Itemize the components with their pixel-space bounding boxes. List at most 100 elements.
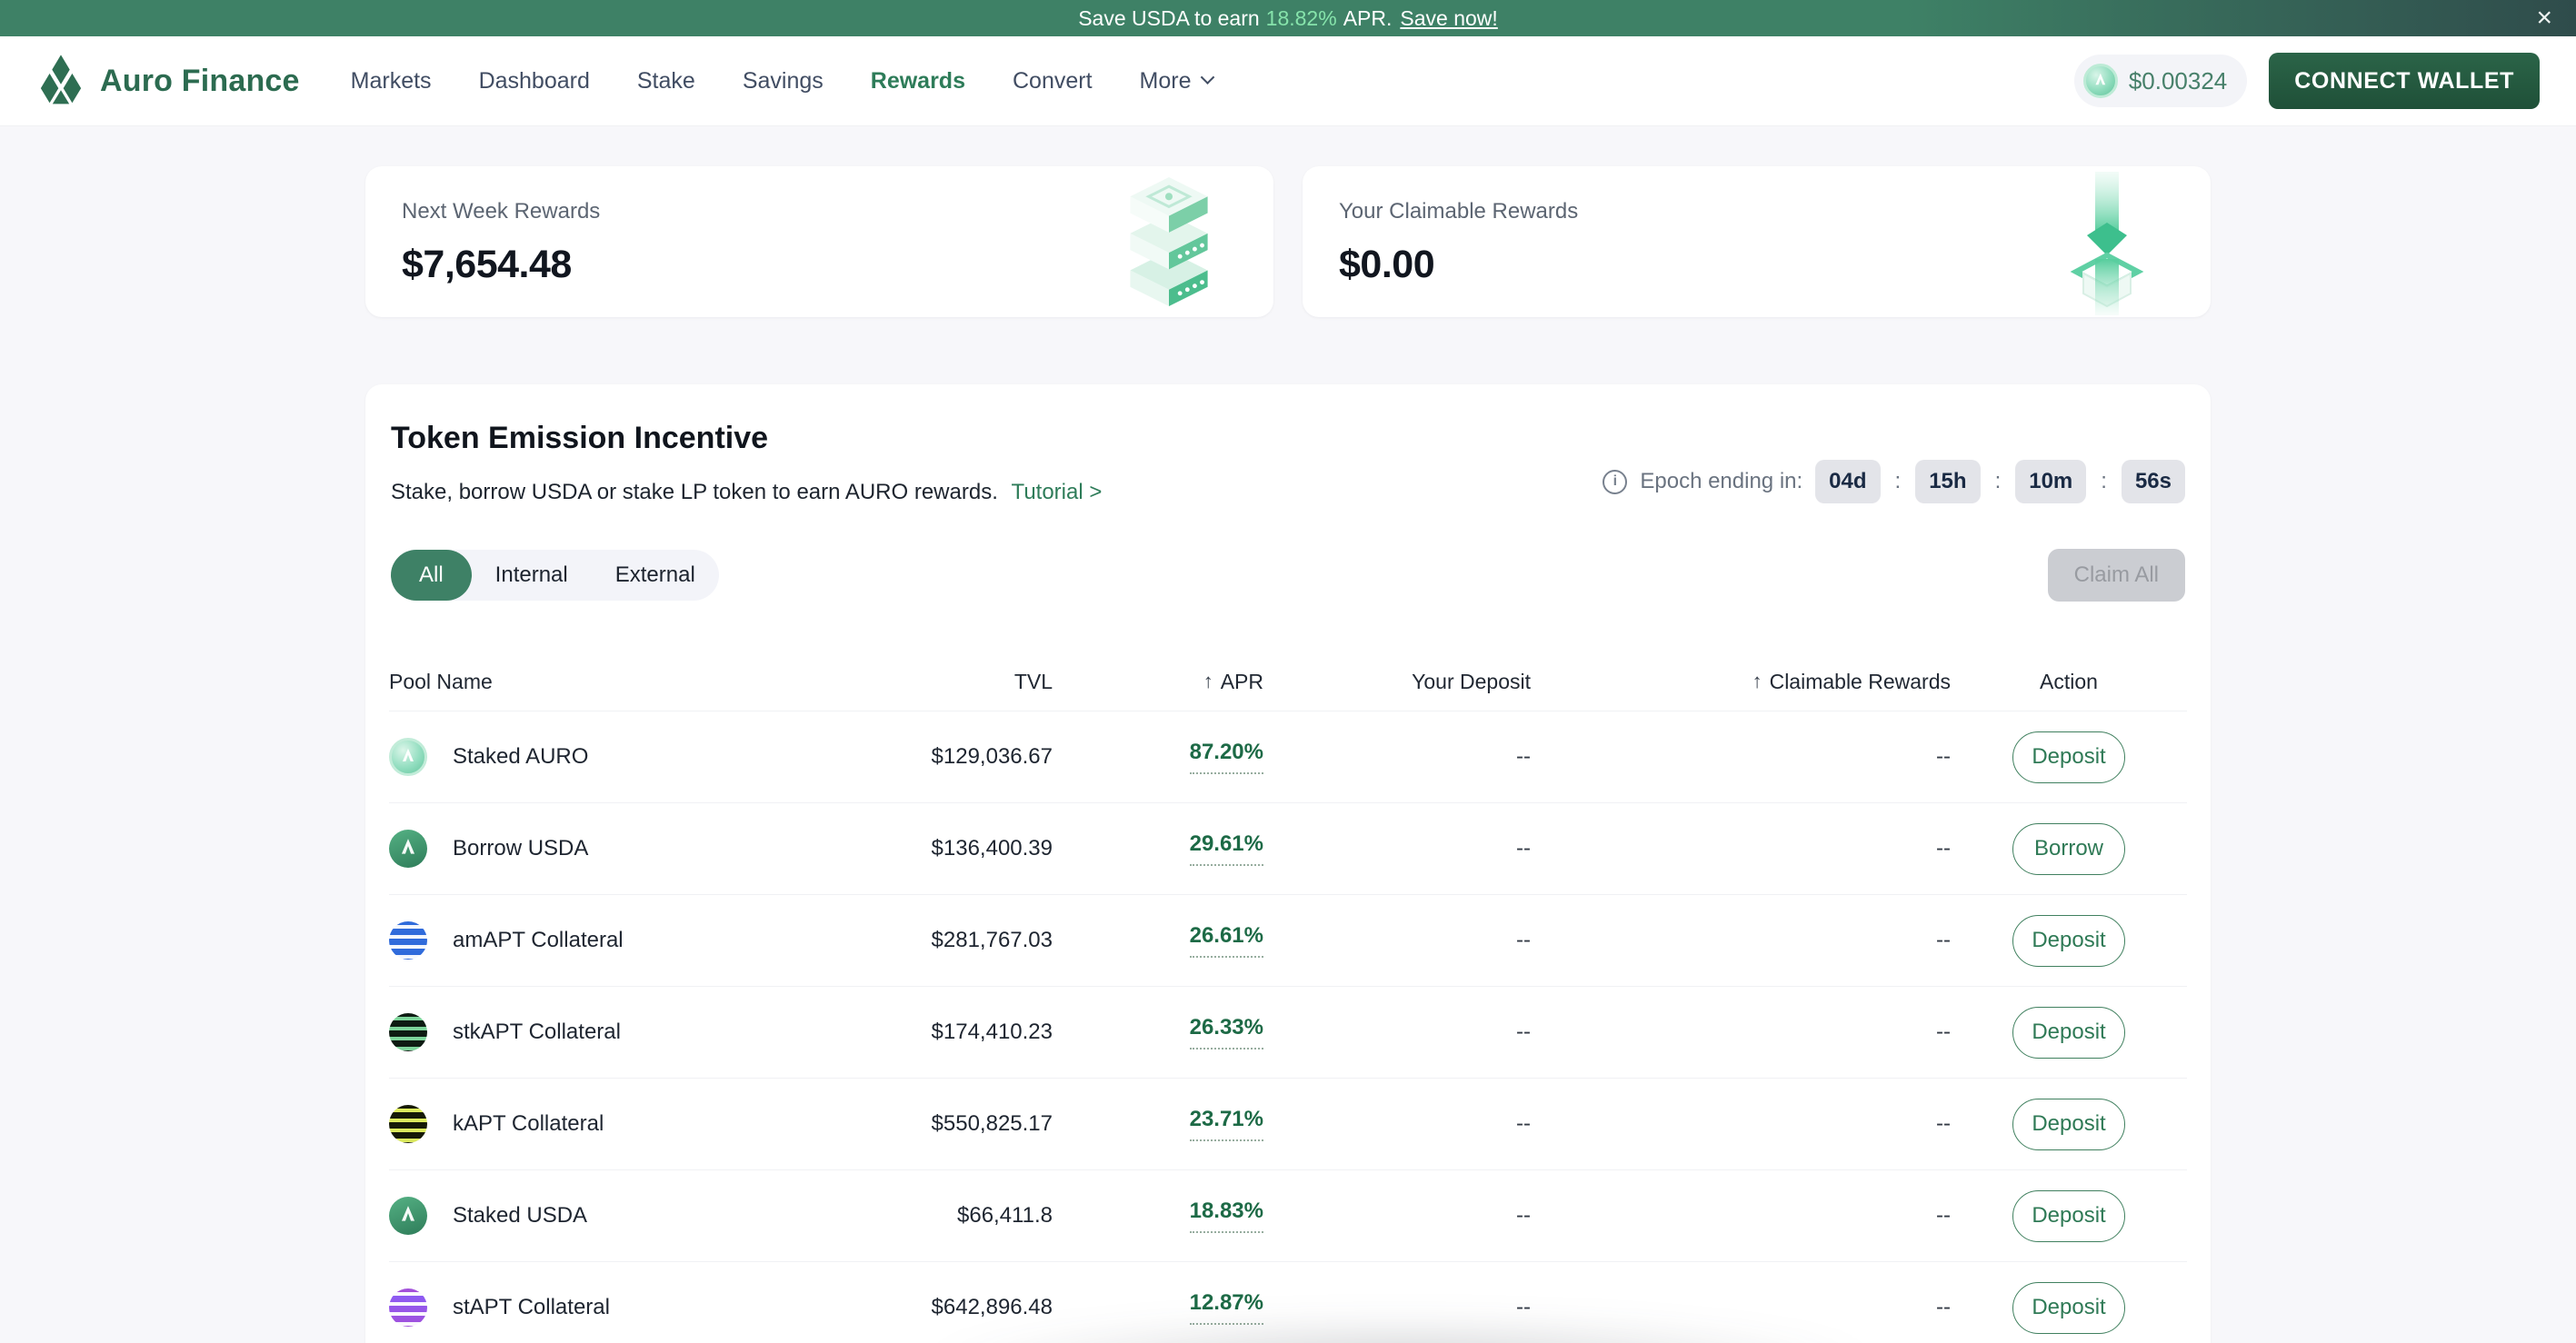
- section-header: Token Emission Incentive Stake, borrow U…: [389, 421, 2187, 505]
- tutorial-link[interactable]: Tutorial >: [1012, 480, 1103, 504]
- nav-savings[interactable]: Savings: [743, 68, 824, 95]
- kapt-token-icon: [389, 1105, 427, 1143]
- nav-rewards[interactable]: Rewards: [871, 68, 965, 95]
- promo-text: Save USDA to earn: [1078, 6, 1259, 31]
- tab-all[interactable]: All: [391, 550, 472, 601]
- action-cell: Deposit: [1951, 731, 2187, 783]
- pool-name: Staked USDA: [453, 1203, 587, 1229]
- col-apr-label: APR: [1221, 670, 1263, 694]
- tvl-value: $129,036.67: [898, 744, 1053, 770]
- table-row: stAPT Collateral $642,896.48 12.87% -- -…: [389, 1261, 2187, 1343]
- apr-sort-control[interactable]: ↑ APR: [1203, 670, 1263, 694]
- deposit-button[interactable]: Deposit: [2012, 1282, 2125, 1334]
- claimable-value: --: [1531, 836, 1951, 861]
- action-cell: Deposit: [1951, 1282, 2187, 1334]
- tvl-value: $66,411.8: [898, 1203, 1053, 1229]
- brand-logo[interactable]: Auro Finance: [36, 54, 300, 108]
- pool-name: kAPT Collateral: [453, 1111, 604, 1137]
- col-action: Action: [1951, 670, 2187, 694]
- amapt-token-icon: [389, 921, 427, 960]
- sort-up-icon: ↑: [1752, 670, 1762, 693]
- deposit-value: --: [1263, 1203, 1531, 1229]
- pool-cell: Staked USDA: [389, 1197, 898, 1235]
- nav-stake[interactable]: Stake: [637, 68, 695, 95]
- apr-value[interactable]: 29.61%: [1190, 831, 1263, 866]
- countdown-separator: :: [2101, 469, 2107, 494]
- section-titles: Token Emission Incentive Stake, borrow U…: [391, 421, 1102, 505]
- pool-cell: kAPT Collateral: [389, 1105, 898, 1143]
- deposit-button[interactable]: Deposit: [2012, 1099, 2125, 1150]
- nav-markets[interactable]: Markets: [351, 68, 432, 95]
- apr-cell: 26.33%: [1053, 1015, 1263, 1050]
- chevron-down-icon: [1200, 70, 1214, 85]
- action-cell: Borrow: [1951, 823, 2187, 875]
- deposit-button[interactable]: Deposit: [2012, 1190, 2125, 1242]
- claimable-sort-control[interactable]: ↑ Claimable Rewards: [1752, 670, 1951, 694]
- info-icon[interactable]: i: [1603, 470, 1627, 494]
- save-now-link[interactable]: Save now!: [1400, 6, 1497, 31]
- apr-value[interactable]: 23.71%: [1190, 1107, 1263, 1141]
- col-pool-name: Pool Name: [389, 670, 898, 694]
- deposit-button[interactable]: Deposit: [2012, 731, 2125, 783]
- countdown-days: 04d: [1815, 460, 1880, 503]
- deposit-button[interactable]: Deposit: [2012, 915, 2125, 967]
- countdown-seconds: 56s: [2122, 460, 2185, 503]
- connect-wallet-button[interactable]: CONNECT WALLET: [2269, 53, 2540, 109]
- claim-all-button[interactable]: Claim All: [2048, 549, 2185, 602]
- rewards-page: Save USDA to earn 18.82% APR. Save now! …: [0, 0, 2576, 1343]
- nav-more[interactable]: More: [1140, 68, 1213, 95]
- promo-banner: Save USDA to earn 18.82% APR. Save now! …: [0, 0, 2576, 36]
- token-price-pill[interactable]: $0.00324: [2074, 55, 2247, 107]
- apr-value[interactable]: 18.83%: [1190, 1199, 1263, 1233]
- claimable-value: --: [1531, 1111, 1951, 1137]
- tab-internal[interactable]: Internal: [472, 550, 592, 601]
- claimable-value: --: [1531, 1295, 1951, 1320]
- apr-value[interactable]: 87.20%: [1190, 740, 1263, 774]
- pool-cell: stAPT Collateral: [389, 1288, 898, 1327]
- col-your-deposit: Your Deposit: [1263, 670, 1531, 694]
- apr-value[interactable]: 26.61%: [1190, 923, 1263, 958]
- card-label: Your Claimable Rewards: [1339, 199, 2174, 224]
- borrow-button[interactable]: Borrow: [2012, 823, 2125, 875]
- action-cell: Deposit: [1951, 1099, 2187, 1150]
- brand-name: Auro Finance: [100, 64, 300, 99]
- tvl-value: $281,767.03: [898, 928, 1053, 953]
- claimable-value: --: [1531, 1203, 1951, 1229]
- card-value: $0.00: [1339, 243, 2174, 287]
- pool-name: stAPT Collateral: [453, 1295, 610, 1320]
- top-navbar: Auro Finance Markets Dashboard Stake Sav…: [0, 36, 2576, 126]
- table-header-row: Pool Name TVL ↑ APR Your Deposit ↑ Claim…: [389, 652, 2187, 711]
- table-row: stkAPT Collateral $174,410.23 26.33% -- …: [389, 986, 2187, 1078]
- countdown-separator: :: [1895, 469, 1902, 494]
- apr-value[interactable]: 26.33%: [1190, 1015, 1263, 1050]
- close-icon[interactable]: ×: [2536, 5, 2552, 32]
- apr-value[interactable]: 12.87%: [1190, 1290, 1263, 1325]
- tab-external[interactable]: External: [592, 550, 719, 601]
- col-apr: ↑ APR: [1053, 669, 1263, 694]
- tvl-value: $136,400.39: [898, 836, 1053, 861]
- pool-cell: stkAPT Collateral: [389, 1013, 898, 1051]
- nav-convert[interactable]: Convert: [1013, 68, 1093, 95]
- deposit-value: --: [1263, 1111, 1531, 1137]
- pool-cell: Borrow USDA: [389, 830, 898, 868]
- next-week-rewards-card: Next Week Rewards $7,654.48: [365, 166, 1273, 317]
- action-cell: Deposit: [1951, 915, 2187, 967]
- filters-row: All Internal External Claim All: [389, 549, 2187, 602]
- token-emission-section: Token Emission Incentive Stake, borrow U…: [365, 384, 2211, 1343]
- deposit-value: --: [1263, 744, 1531, 770]
- auro-coin-icon: [2083, 64, 2118, 98]
- apr-cell: 29.61%: [1053, 831, 1263, 866]
- promo-text-suffix: APR.: [1343, 6, 1393, 31]
- apr-cell: 26.61%: [1053, 923, 1263, 958]
- deposit-button[interactable]: Deposit: [2012, 1007, 2125, 1059]
- pool-name: Staked AURO: [453, 744, 588, 770]
- nav-dashboard[interactable]: Dashboard: [479, 68, 590, 95]
- deposit-value: --: [1263, 928, 1531, 953]
- deposit-value: --: [1263, 1295, 1531, 1320]
- action-cell: Deposit: [1951, 1190, 2187, 1242]
- sort-up-icon: ↑: [1203, 670, 1213, 693]
- section-title: Token Emission Incentive: [391, 421, 1102, 456]
- countdown-minutes: 10m: [2015, 460, 2086, 503]
- countdown-separator: :: [1995, 469, 2002, 494]
- table-row: Staked AURO $129,036.67 87.20% -- -- Dep…: [389, 711, 2187, 802]
